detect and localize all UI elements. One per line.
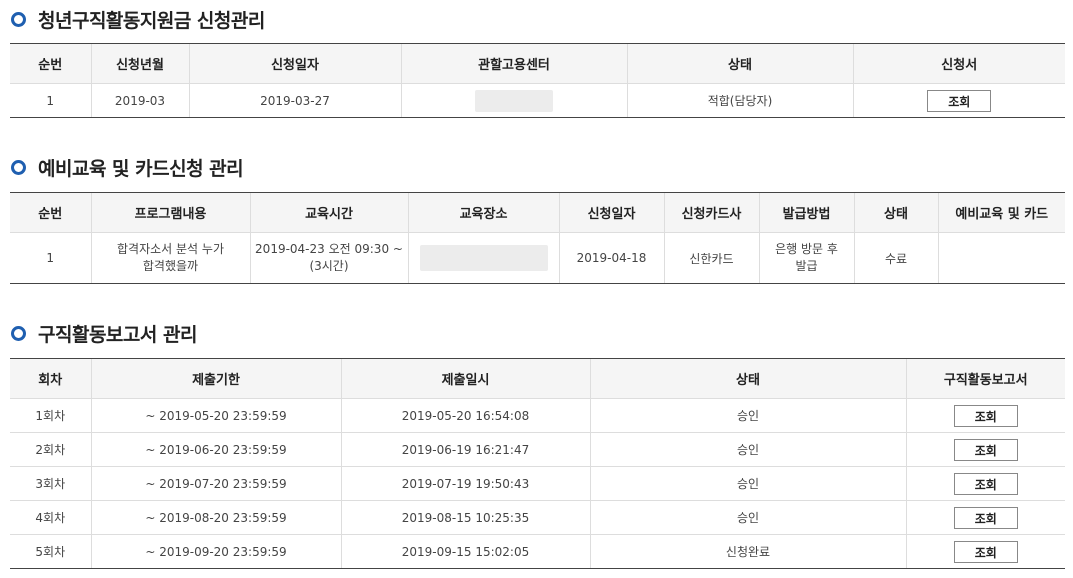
status: 승인: [589, 500, 906, 535]
round: 2회차: [10, 432, 91, 467]
submitted-at: 2019-07-19 19:50:43: [340, 466, 590, 501]
education-location: [407, 232, 559, 284]
program-content: 합격자소서 분석 누가 합격했을까: [90, 232, 250, 284]
redacted-location: [419, 245, 548, 271]
view-report-button[interactable]: 조회: [953, 540, 1018, 563]
section-title: 예비교육 및 카드신청 관리: [10, 150, 1065, 184]
education-time-duration: (3시간): [309, 259, 349, 273]
report-cell: 조회: [905, 500, 1065, 535]
section-title-text: 구직활동보고서 관리: [38, 323, 197, 346]
column-header: 신청서: [852, 43, 1065, 84]
table-row: 1회차 ~ 2019-05-20 23:59:59 2019-05-20 16:…: [10, 398, 1065, 433]
column-header: 신청카드사: [663, 192, 759, 233]
column-header: 프로그램내용: [90, 192, 250, 233]
status: 승인: [589, 398, 906, 433]
card-company: 신한카드: [663, 232, 759, 284]
row-number: 1: [10, 83, 91, 118]
status: 승인: [589, 466, 906, 501]
education-card-cell: [937, 232, 1065, 284]
section-job-report: 구직활동보고서 관리 회차 제출기한 제출일시 상태 구직활동보고서 1회차 ~…: [10, 316, 1065, 569]
status: 수료: [853, 232, 938, 284]
column-header: 관할고용센터: [400, 43, 627, 84]
report-cell: 조회: [905, 466, 1065, 501]
employment-center: [400, 83, 627, 118]
column-header: 교육장소: [407, 192, 559, 233]
section-title-text: 예비교육 및 카드신청 관리: [38, 157, 244, 180]
report-cell: 조회: [905, 432, 1065, 467]
deadline: ~ 2019-08-20 23:59:59: [90, 500, 341, 535]
table-row: 4회차 ~ 2019-08-20 23:59:59 2019-08-15 10:…: [10, 500, 1065, 535]
column-header: 신청년월: [90, 43, 189, 84]
section-title: 구직활동보고서 관리: [10, 316, 1065, 350]
application-month: 2019-03: [90, 83, 189, 118]
table-row: 1 합격자소서 분석 누가 합격했을까 2019-04-23 오전 09:30 …: [10, 232, 1065, 284]
section-title: 청년구직활동지원금 신청관리: [10, 2, 1065, 36]
status: 승인: [589, 432, 906, 467]
view-report-button[interactable]: 조회: [953, 438, 1018, 461]
view-report-button[interactable]: 조회: [953, 506, 1018, 529]
issue-method: 은행 방문 후 발급: [758, 232, 854, 284]
section-pre-education: 예비교육 및 카드신청 관리 순번 프로그램내용 교육시간 교육장소 신청일자 …: [10, 150, 1065, 284]
submitted-at: 2019-08-15 10:25:35: [340, 500, 590, 535]
view-report-button[interactable]: 조회: [953, 404, 1018, 427]
report-table: 회차 제출기한 제출일시 상태 구직활동보고서 1회차 ~ 2019-05-20…: [10, 358, 1065, 569]
column-header: 상태: [853, 192, 938, 233]
column-header: 구직활동보고서: [905, 358, 1065, 399]
column-header: 발급방법: [758, 192, 854, 233]
deadline: ~ 2019-09-20 23:59:59: [90, 534, 341, 569]
application-form-cell: 조회: [852, 83, 1065, 118]
report-cell: 조회: [905, 398, 1065, 433]
view-report-button[interactable]: 조회: [953, 472, 1018, 495]
table-row: 2회차 ~ 2019-06-20 23:59:59 2019-06-19 16:…: [10, 432, 1065, 467]
application-date: 2019-04-18: [558, 232, 664, 284]
report-cell: 조회: [905, 534, 1065, 569]
education-time: 2019-04-23 오전 09:30 ~ (3시간): [249, 232, 408, 284]
submitted-at: 2019-05-20 16:54:08: [340, 398, 590, 433]
status: 적합(담당자): [626, 83, 853, 118]
education-time-start: 2019-04-23 오전 09:30 ~: [255, 242, 403, 256]
circle-bullet-icon: [11, 325, 26, 341]
application-date: 2019-03-27: [188, 83, 401, 118]
round: 5회차: [10, 534, 91, 569]
round: 3회차: [10, 466, 91, 501]
issue-method-text: 은행 방문 후 발급: [775, 242, 838, 273]
column-header: 회차: [10, 358, 91, 399]
column-header: 신청일자: [558, 192, 664, 233]
column-header: 순번: [10, 43, 91, 84]
column-header: 순번: [10, 192, 91, 233]
round: 1회차: [10, 398, 91, 433]
row-number: 1: [10, 232, 91, 284]
table-row: 1 2019-03 2019-03-27 적합(담당자) 조회: [10, 83, 1065, 118]
column-header: 교육시간: [249, 192, 408, 233]
table-row: 5회차 ~ 2019-09-20 23:59:59 2019-09-15 15:…: [10, 534, 1065, 569]
deadline: ~ 2019-05-20 23:59:59: [90, 398, 341, 433]
column-header: 제출일시: [340, 358, 590, 399]
deadline: ~ 2019-07-20 23:59:59: [90, 466, 341, 501]
column-header: 신청일자: [188, 43, 401, 84]
table-row: 3회차 ~ 2019-07-20 23:59:59 2019-07-19 19:…: [10, 466, 1065, 501]
program-content-text: 합격자소서 분석 누가 합격했을까: [117, 242, 224, 273]
submitted-at: 2019-09-15 15:02:05: [340, 534, 590, 569]
section-application-management: 청년구직활동지원금 신청관리 순번 신청년월 신청일자 관할고용센터 상태 신청…: [10, 2, 1065, 118]
column-header: 예비교육 및 카드: [937, 192, 1065, 233]
education-table: 순번 프로그램내용 교육시간 교육장소 신청일자 신청카드사 발급방법 상태 예…: [10, 192, 1065, 284]
section-title-text: 청년구직활동지원금 신청관리: [38, 9, 265, 32]
round: 4회차: [10, 500, 91, 535]
submitted-at: 2019-06-19 16:21:47: [340, 432, 590, 467]
circle-bullet-icon: [11, 159, 26, 175]
column-header: 상태: [626, 43, 853, 84]
redacted-center-name: [475, 89, 553, 112]
view-application-button[interactable]: 조회: [927, 89, 992, 112]
circle-bullet-icon: [11, 11, 26, 27]
column-header: 상태: [589, 358, 906, 399]
status: 신청완료: [589, 534, 906, 569]
deadline: ~ 2019-06-20 23:59:59: [90, 432, 341, 467]
column-header: 제출기한: [90, 358, 341, 399]
application-table: 순번 신청년월 신청일자 관할고용센터 상태 신청서 1 2019-03 201…: [10, 43, 1065, 118]
